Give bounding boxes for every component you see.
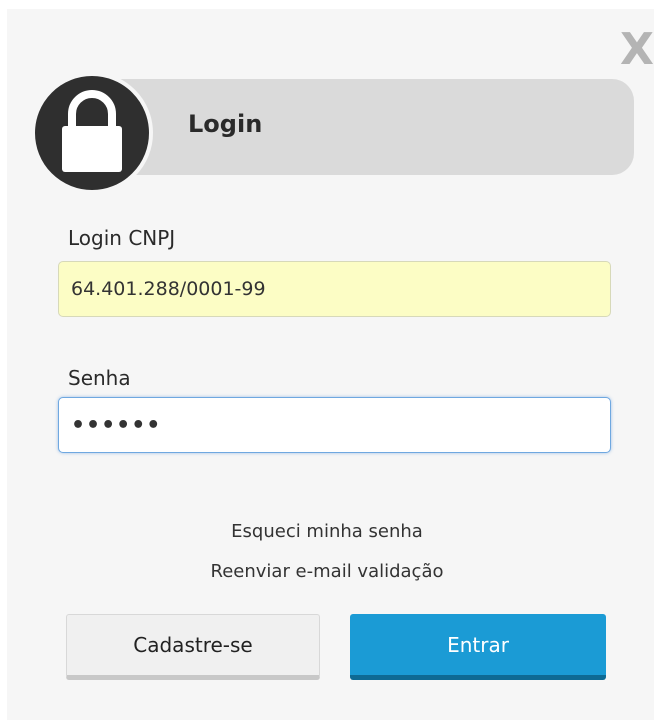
lock-badge xyxy=(31,72,153,194)
login-button[interactable]: Entrar xyxy=(350,614,606,680)
close-button[interactable]: X xyxy=(617,28,654,72)
lock-icon xyxy=(62,90,122,172)
forgot-password-link[interactable]: Esqueci minha senha xyxy=(0,521,654,542)
dialog-title: Login xyxy=(188,110,263,138)
cnpj-input-value: 64.401.288/0001-99 xyxy=(71,278,266,300)
password-input[interactable]: •••••• xyxy=(58,397,611,453)
senha-label: Senha xyxy=(68,366,131,390)
register-button[interactable]: Cadastre-se xyxy=(66,614,320,680)
cnpj-label: Login CNPJ xyxy=(68,226,176,250)
cnpj-input[interactable]: 64.401.288/0001-99 xyxy=(58,261,611,317)
resend-validation-link[interactable]: Reenviar e-mail validação xyxy=(0,561,654,582)
password-input-value: •••••• xyxy=(71,412,162,438)
